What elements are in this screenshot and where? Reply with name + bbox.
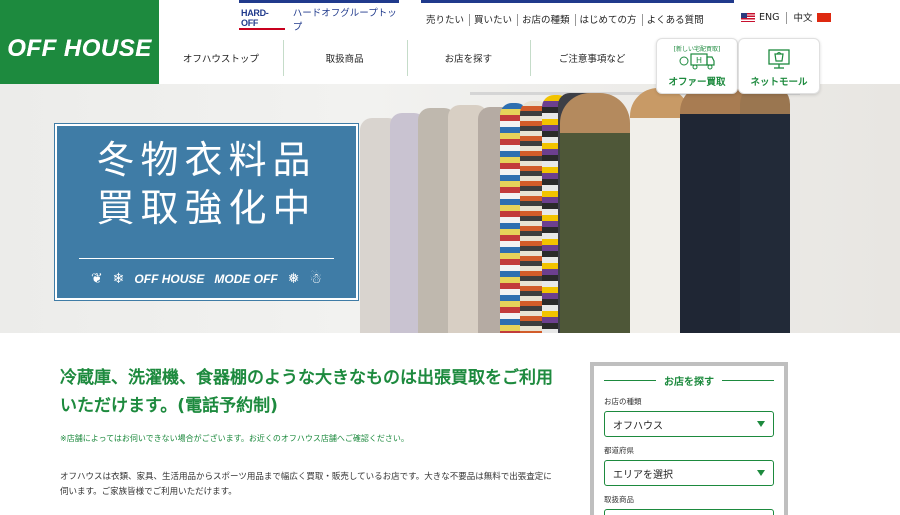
prefecture-label: 都道府県 <box>604 446 634 455</box>
store-type-value: オフハウス <box>613 420 663 432</box>
campaign-title-line-2: 買取強化中 <box>96 186 317 230</box>
lang-english-label: ENG <box>759 11 780 23</box>
holly-icon: ❦ <box>90 271 103 287</box>
util-link-faq[interactable]: よくある質問 <box>641 3 709 34</box>
title-rule-right <box>722 380 774 381</box>
nav-products[interactable]: 取扱商品 <box>282 38 407 78</box>
main-headline: 冷蔵庫、洗濯機、食器棚のような大きなものは出張買取をご利用いただけます。(電話予… <box>60 368 553 416</box>
store-finder-title: お店を探す <box>604 373 774 388</box>
store-finder-panel: お店を探す お店の種類 オフハウス 都道府県 エリアを選択 取扱商品 <box>590 362 788 515</box>
utility-links: 売りたい 買いたい お店の種類 はじめての方 よくある質問 <box>421 0 734 34</box>
boot-icon: ☃ <box>309 271 323 287</box>
offer-buyback-button[interactable]: [新しい宅配買取] H オファー買取 <box>656 38 738 94</box>
chevron-down-icon <box>757 470 765 476</box>
hero-banner[interactable]: 冬物衣料品 買取強化中 ❦ ❄ OFF HOUSE MODE OFF ❅ ☃ <box>0 84 900 333</box>
prefecture-value: エリアを選択 <box>613 469 673 481</box>
clothing-photo <box>360 84 790 333</box>
offhouse-brand-mark: OFF HOUSE <box>134 272 205 286</box>
modeoff-brand-mark: MODE OFF <box>214 272 278 286</box>
hardoff-group-top-link[interactable]: ハードオフグループトップ <box>293 5 399 33</box>
reindeer-icon: ❄ <box>112 271 125 287</box>
online-shop-bag-icon <box>768 49 790 69</box>
nav-offhouse-top[interactable]: オフハウストップ <box>159 38 283 78</box>
us-flag-icon <box>741 12 755 22</box>
offer-tagline: [新しい宅配買取] <box>673 46 721 53</box>
nav-notes[interactable]: ご注意事項など <box>530 38 654 78</box>
hardoff-logo: HARD-OFF <box>239 8 285 30</box>
lang-english[interactable]: ENG <box>734 12 786 23</box>
chevron-down-icon <box>757 421 765 427</box>
campaign-title-line-1: 冬物衣料品 <box>96 138 317 182</box>
store-finder-title-text: お店を探す <box>664 377 714 388</box>
title-rule-left <box>604 380 656 381</box>
products-label: 取扱商品 <box>604 495 634 504</box>
availability-note: ※店舗によってはお伺いできない場合がございます。お近くのオフハウス店舗へご確認く… <box>60 434 409 443</box>
products-select[interactable] <box>604 509 774 515</box>
offer-buyback-label: オファー買取 <box>668 77 726 88</box>
util-link-store-types[interactable]: お店の種類 <box>517 3 575 34</box>
snowflake-icon: ❅ <box>287 271 300 287</box>
hardoff-group-link[interactable]: HARD-OFF ハードオフグループトップ <box>239 0 399 34</box>
delivery-truck-icon: H <box>679 53 715 70</box>
store-type-select[interactable]: オフハウス <box>604 411 774 437</box>
lang-chinese[interactable]: 中文 <box>786 10 837 24</box>
prefecture-select[interactable]: エリアを選択 <box>604 460 774 486</box>
campaign-card: 冬物衣料品 買取強化中 ❦ ❄ OFF HOUSE MODE OFF ❅ ☃ <box>55 124 358 300</box>
campaign-brands: ❦ ❄ OFF HOUSE MODE OFF ❅ ☃ <box>77 266 336 292</box>
campaign-divider <box>79 258 334 259</box>
nav-find-store[interactable]: お店を探す <box>406 38 531 78</box>
lang-chinese-label: 中文 <box>793 13 813 24</box>
net-mall-button[interactable]: ネットモール <box>738 38 820 94</box>
util-link-buy[interactable]: 買いたい <box>469 3 517 34</box>
language-switcher: ENG 中文 <box>734 0 838 34</box>
logo-text: OFF HOUSE <box>7 35 152 62</box>
store-type-label: お店の種類 <box>604 397 642 406</box>
utility-bar: HARD-OFF ハードオフグループトップ 売りたい 買いたい お店の種類 はじ… <box>159 0 900 34</box>
china-flag-icon <box>816 12 831 22</box>
svg-text:H: H <box>696 56 702 65</box>
util-link-sell[interactable]: 売りたい <box>421 3 469 34</box>
main-nav: オフハウストップ 取扱商品 お店を探す ご注意事項など <box>159 38 654 78</box>
util-link-first-time[interactable]: はじめての方 <box>574 3 642 34</box>
net-mall-label: ネットモール <box>750 77 808 88</box>
intro-text: オフハウスは衣類、家具、生活用品からスポーツ用品まで幅広く買取・販売しているお店… <box>60 472 552 497</box>
